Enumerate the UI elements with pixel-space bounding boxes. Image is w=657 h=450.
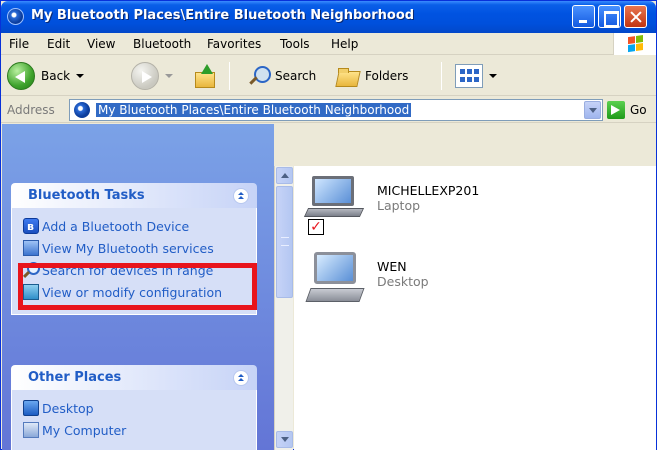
window-title: My Bluetooth Places\Entire Bluetooth Nei… (31, 8, 415, 23)
standard-toolbar: Back Search Folders (1, 56, 656, 96)
my-computer-icon (23, 422, 39, 438)
menu-view[interactable]: View (87, 37, 115, 51)
toolbar-separator (441, 62, 442, 90)
views-button[interactable] (455, 60, 497, 92)
services-icon (23, 240, 39, 256)
back-dropdown-icon[interactable] (76, 74, 85, 78)
views-dropdown-icon[interactable] (489, 74, 497, 78)
task-label: Add a Bluetooth Device (42, 219, 190, 234)
title-bar[interactable]: My Bluetooth Places\Entire Bluetooth Nei… (1, 1, 656, 33)
maximize-button[interactable] (598, 5, 621, 28)
folders-label: Folders (365, 69, 409, 83)
device-name: WEN (377, 259, 407, 274)
task-label: View My Bluetooth services (42, 241, 214, 256)
device-item[interactable]: WEN Desktop (304, 248, 644, 328)
address-field[interactable]: My Bluetooth Places\Entire Bluetooth Nei… (69, 99, 603, 121)
menu-file[interactable]: File (9, 37, 29, 51)
collapse-chevron-icon[interactable] (233, 188, 249, 204)
windows-flag-icon (628, 35, 644, 53)
menu-bluetooth[interactable]: Bluetooth (133, 37, 191, 51)
paired-check-icon: ✓ (308, 219, 324, 235)
place-my-computer[interactable]: My Computer (12, 420, 256, 442)
highlight-annotation (18, 263, 257, 310)
bluetooth-places-icon (74, 102, 90, 118)
other-places-panel: Other Places Desktop My Computer (11, 365, 257, 450)
views-icon (455, 64, 483, 88)
back-label: Back (41, 69, 71, 83)
folders-button[interactable]: Folders (335, 60, 408, 92)
device-type: Laptop (377, 198, 421, 213)
bluetooth-tasks-header[interactable]: Bluetooth Tasks (11, 183, 257, 208)
windows-logo (613, 33, 656, 55)
forward-dropdown-icon[interactable] (165, 74, 173, 78)
vertical-scrollbar[interactable] (274, 166, 293, 450)
back-button[interactable]: Back (7, 60, 85, 92)
device-list: ✓ MICHELLEXP201 Laptop WEN Desktop (294, 166, 656, 450)
place-label: My Computer (42, 423, 127, 438)
other-places-body: Desktop My Computer (11, 390, 257, 450)
task-add-bluetooth-device[interactable]: Add a Bluetooth Device (12, 216, 256, 238)
place-label: Desktop (42, 401, 94, 416)
go-button[interactable]: Go (607, 100, 647, 120)
folders-icon (335, 65, 361, 87)
address-dropdown-button[interactable] (584, 101, 601, 119)
menu-favorites[interactable]: Favorites (207, 37, 261, 51)
toolbar-separator (229, 62, 230, 90)
search-icon (247, 64, 271, 88)
place-desktop[interactable]: Desktop (12, 398, 256, 420)
scroll-thumb[interactable] (276, 186, 293, 298)
address-value[interactable]: My Bluetooth Places\Entire Bluetooth Nei… (96, 103, 412, 117)
close-button[interactable] (624, 5, 647, 28)
address-bar: Address My Bluetooth Places\Entire Bluet… (1, 97, 656, 123)
bluetooth-icon (23, 216, 39, 238)
explorer-window: My Bluetooth Places\Entire Bluetooth Nei… (0, 0, 657, 450)
bluetooth-places-icon (7, 8, 24, 25)
other-places-header[interactable]: Other Places (11, 365, 257, 390)
forward-arrow-icon (131, 62, 159, 90)
forward-button[interactable] (131, 60, 173, 92)
search-label: Search (275, 69, 317, 83)
menu-tools[interactable]: Tools (280, 37, 310, 51)
minimize-button[interactable] (572, 5, 595, 28)
laptop-icon: ✓ (303, 172, 365, 238)
menu-help[interactable]: Help (331, 37, 358, 51)
go-label: Go (630, 103, 647, 117)
task-view-bluetooth-services[interactable]: View My Bluetooth services (12, 238, 256, 260)
up-folder-button[interactable] (193, 60, 215, 92)
menu-edit[interactable]: Edit (47, 37, 70, 51)
bluetooth-tasks-title: Bluetooth Tasks (28, 188, 145, 203)
go-arrow-icon (607, 101, 625, 119)
device-type: Desktop (377, 274, 429, 289)
device-name: MICHELLEXP201 (377, 183, 480, 198)
menu-bar: File Edit View Bluetooth Favorites Tools… (1, 33, 656, 55)
desktop-computer-icon (304, 248, 365, 314)
search-button[interactable]: Search (247, 60, 316, 92)
desktop-icon (23, 400, 39, 416)
back-arrow-icon (7, 62, 35, 90)
address-label: Address (7, 103, 55, 117)
device-item[interactable]: ✓ MICHELLEXP201 Laptop (303, 172, 644, 252)
scroll-down-button[interactable] (276, 431, 293, 448)
other-places-title: Other Places (28, 370, 122, 385)
scroll-up-button[interactable] (276, 167, 293, 184)
folder-up-icon (193, 64, 215, 88)
collapse-chevron-icon[interactable] (233, 370, 249, 386)
